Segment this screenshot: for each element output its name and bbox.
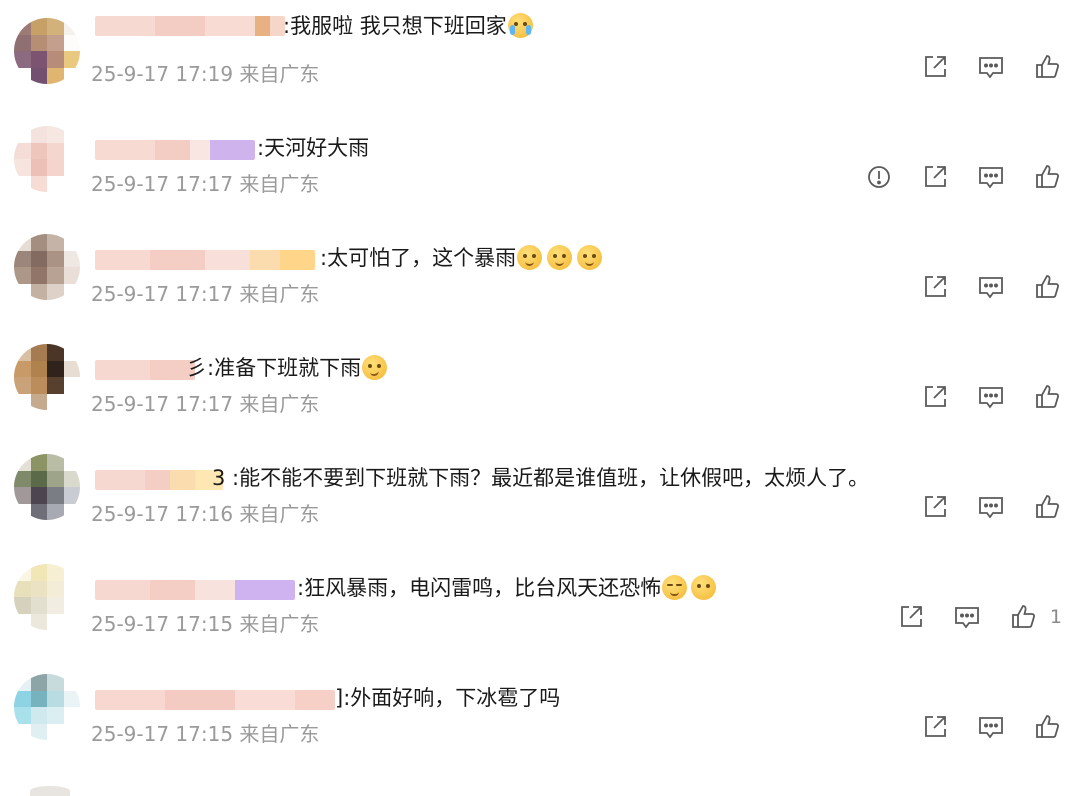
like-icon[interactable] — [1032, 382, 1062, 412]
comment-item: 彡:准备下班就下雨 25-9-17 17:17 来自广东 — [0, 330, 1080, 440]
comment-actions: 1 — [896, 602, 1062, 632]
comment-item: :天河好大雨 25-9-17 17:17 来自广东 — [0, 110, 1080, 220]
comment-text: ]:外面好响，下冰雹了吗 — [335, 686, 561, 710]
comment-meta: 25-9-17 17:17 来自广东 — [91, 282, 320, 306]
comment-item: :太可怕了，这个暴雨 25-9-17 17:17 来自广东 — [0, 220, 1080, 330]
thinking-emoji-icon — [362, 355, 388, 380]
avatar[interactable] — [14, 234, 80, 300]
like-count: 1 — [1049, 606, 1062, 628]
username-blurred[interactable] — [95, 580, 295, 600]
melting-face-emoji-icon — [517, 245, 543, 270]
share-icon[interactable] — [896, 602, 926, 632]
share-icon[interactable] — [920, 162, 950, 192]
comment-actions — [920, 712, 1062, 742]
comment-item: ]:外面好响，下冰雹了吗 25-9-17 17:15 来自广东 — [0, 660, 1080, 770]
comment-actions — [864, 162, 1062, 192]
share-icon[interactable] — [920, 382, 950, 412]
username-blurred[interactable] — [95, 16, 285, 36]
comment-meta: 25-9-17 17:19 来自广东 — [91, 62, 320, 86]
comment-item: :狂风暴雨，电闪雷鸣，比台风天还恐怖 25-9-17 17:15 来自广东 1 — [0, 550, 1080, 660]
melting-face-emoji-icon — [547, 245, 573, 270]
comment-icon[interactable] — [976, 712, 1006, 742]
username-blurred[interactable] — [95, 250, 315, 270]
avatar-partial — [30, 786, 70, 796]
username-blurred[interactable] — [95, 690, 335, 710]
comment-item: :我服啦 我只想下班回家 25-9-17 17:19 来自广东 — [0, 0, 1080, 110]
share-icon[interactable] — [920, 492, 950, 522]
comment-icon[interactable] — [976, 52, 1006, 82]
like-icon[interactable] — [1032, 162, 1062, 192]
comment-meta: 25-9-17 17:16 来自广东 — [91, 502, 320, 526]
hand-over-mouth-emoji-icon — [691, 575, 717, 600]
like-icon[interactable] — [1032, 272, 1062, 302]
comment-actions — [920, 52, 1062, 82]
comment-text: :狂风暴雨，电闪雷鸣，比台风天还恐怖 — [297, 570, 717, 606]
avatar[interactable] — [14, 674, 80, 740]
comment-text: :天河好大雨 — [257, 136, 370, 160]
smirk-emoji-icon — [662, 575, 688, 600]
comment-actions — [920, 272, 1062, 302]
comment-icon[interactable] — [952, 602, 982, 632]
avatar[interactable] — [14, 344, 80, 410]
comment-actions — [920, 492, 1062, 522]
comment-text: 3 :能不能不要到下班就下雨？最近都是谁值班，让休假吧，太烦人了。 — [212, 466, 870, 490]
like-icon[interactable] — [1032, 492, 1062, 522]
comment-text: 彡:准备下班就下雨 — [186, 350, 388, 386]
share-icon[interactable] — [920, 272, 950, 302]
report-icon[interactable] — [864, 162, 894, 192]
like-icon[interactable] — [1008, 602, 1038, 632]
comment-icon[interactable] — [976, 492, 1006, 522]
avatar[interactable] — [14, 454, 80, 520]
username-blurred[interactable] — [95, 360, 195, 380]
comment-text: :我服啦 我只想下班回家 — [283, 8, 533, 44]
comment-text: :太可怕了，这个暴雨 — [320, 240, 603, 276]
like-icon[interactable] — [1032, 52, 1062, 82]
username-blurred[interactable] — [95, 140, 255, 160]
avatar[interactable] — [14, 18, 80, 84]
comment-item: 3 :能不能不要到下班就下雨？最近都是谁值班，让休假吧，太烦人了。 25-9-1… — [0, 440, 1080, 550]
comment-icon[interactable] — [976, 272, 1006, 302]
melting-face-emoji-icon — [577, 245, 603, 270]
share-icon[interactable] — [920, 712, 950, 742]
comment-meta: 25-9-17 17:17 来自广东 — [91, 392, 320, 416]
like-icon[interactable] — [1032, 712, 1062, 742]
comment-actions — [920, 382, 1062, 412]
comment-icon[interactable] — [976, 382, 1006, 412]
comment-icon[interactable] — [976, 162, 1006, 192]
comment-meta: 25-9-17 17:15 来自广东 — [91, 612, 320, 636]
username-blurred[interactable] — [95, 470, 223, 490]
comment-meta: 25-9-17 17:15 来自广东 — [91, 722, 320, 746]
avatar[interactable] — [14, 126, 80, 192]
avatar[interactable] — [14, 564, 80, 630]
comment-meta: 25-9-17 17:17 来自广东 — [91, 172, 320, 196]
crying-emoji-icon — [507, 13, 533, 38]
share-icon[interactable] — [920, 52, 950, 82]
